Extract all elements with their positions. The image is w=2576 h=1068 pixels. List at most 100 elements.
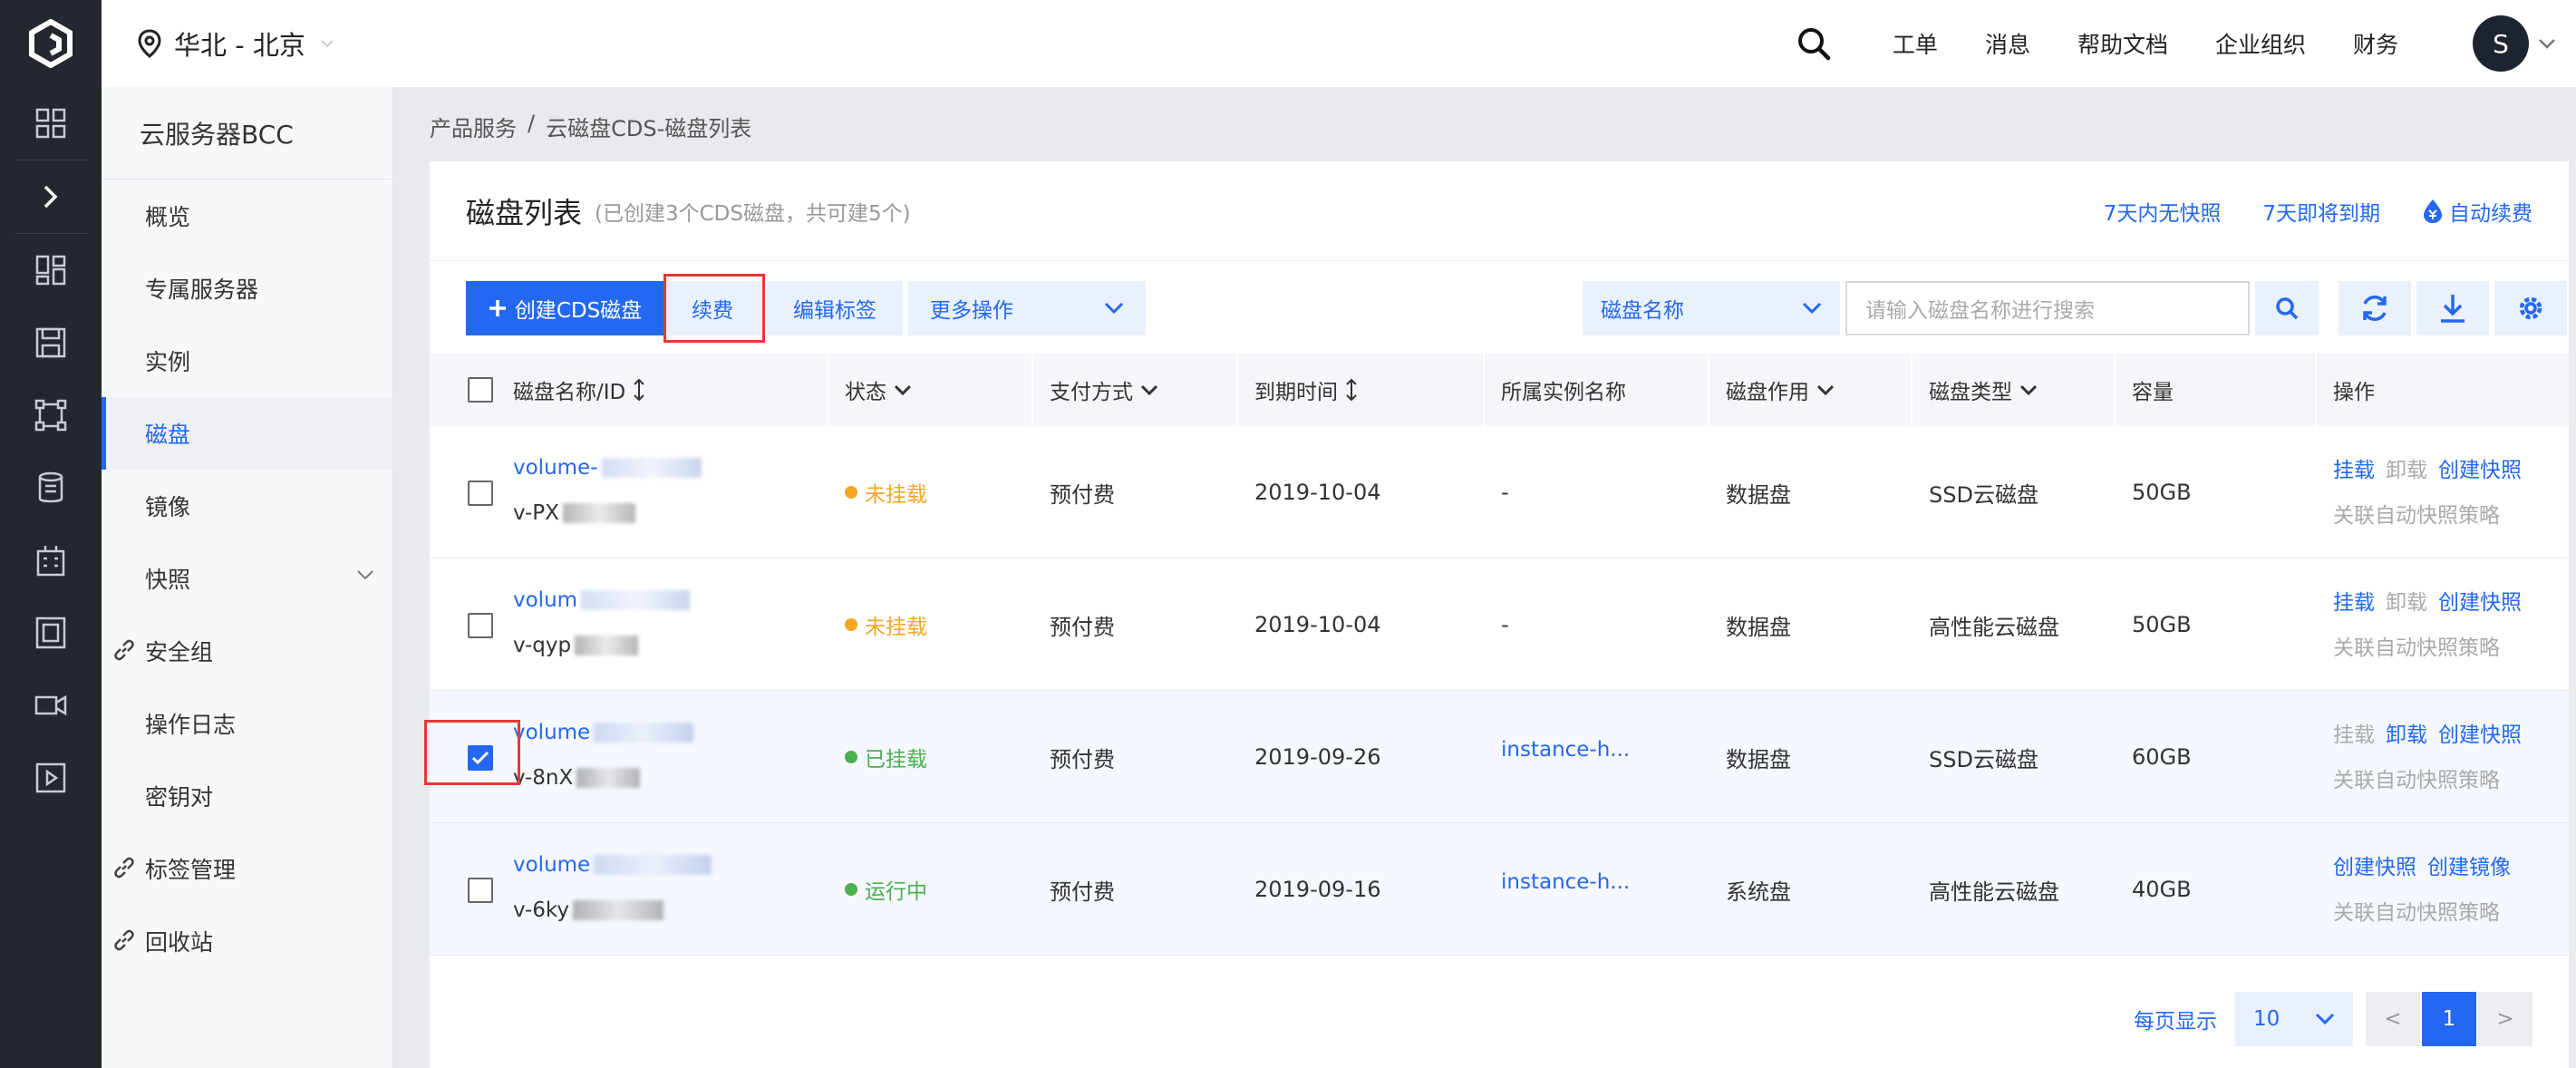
dashboard-icon[interactable] xyxy=(0,234,102,306)
create-snapshot-action[interactable]: 创建快照 xyxy=(2438,585,2522,616)
sidebar-item-disks[interactable]: 磁盘 xyxy=(102,397,392,470)
search-field-select[interactable]: 磁盘名称 xyxy=(1583,281,1840,335)
search-button[interactable] xyxy=(2255,281,2319,335)
disk-name-link[interactable]: volume xyxy=(513,847,712,883)
mount-action[interactable]: 挂载 xyxy=(2333,585,2375,616)
row-checkbox[interactable] xyxy=(468,878,493,903)
avatar[interactable]: S xyxy=(2473,15,2529,72)
product-sidebar: 云服务器BCC 概览 专属服务器 实例 磁盘 镜像 快照 安全组 操作日志 密钥… xyxy=(102,87,393,1068)
sidebar-item-security-group[interactable]: 安全组 xyxy=(102,615,392,687)
header-instance-label: 所属实例名称 xyxy=(1501,381,1626,404)
sidebar-item-instances[interactable]: 实例 xyxy=(102,325,392,397)
instance-link[interactable]: instance-h... xyxy=(1501,684,1630,816)
edit-tags-button[interactable]: 编辑标签 xyxy=(767,281,903,335)
status-badge: 未挂载 xyxy=(845,558,927,691)
disk-name-link[interactable]: volume xyxy=(513,714,694,751)
mount-action: 挂载 xyxy=(2333,723,2375,747)
create-snapshot-action[interactable]: 创建快照 xyxy=(2438,452,2522,483)
search-input[interactable]: 请输入磁盘名称进行搜索 xyxy=(1845,281,2250,335)
nav-help-docs[interactable]: 帮助文档 xyxy=(2077,27,2168,60)
ops-cell: 创建快照 创建镜像 关联自动快照策略 xyxy=(2333,847,2511,928)
ops-cell: 挂载 卸载 创建快照 关联自动快照策略 xyxy=(2333,450,2522,531)
plus-icon xyxy=(489,300,506,316)
disk-save-icon[interactable] xyxy=(0,306,102,379)
sidebar-item-images[interactable]: 镜像 xyxy=(102,470,392,542)
header-type[interactable]: 磁盘类型 xyxy=(1911,354,2038,426)
expand-chevron-icon[interactable] xyxy=(0,160,102,233)
more-actions-dropdown[interactable]: 更多操作 xyxy=(908,281,1146,335)
more-actions-label: 更多操作 xyxy=(930,299,1013,323)
sidebar-item-key-pairs[interactable]: 密钥对 xyxy=(102,760,392,832)
header-name[interactable]: 磁盘名称/ID xyxy=(513,354,645,426)
create-snapshot-action[interactable]: 创建快照 xyxy=(2333,850,2416,880)
disk-id-text: v-PX xyxy=(513,501,559,525)
auto-renew-link[interactable]: 自动续费 xyxy=(2422,196,2532,227)
instance-link[interactable]: instance-h... xyxy=(1501,816,1630,948)
disk-name-link[interactable]: volum xyxy=(513,582,691,618)
header-pay[interactable]: 支付方式 xyxy=(1031,354,1158,426)
create-image-action[interactable]: 创建镜像 xyxy=(2427,850,2511,880)
breadcrumb-root[interactable]: 产品服务 xyxy=(430,111,517,142)
highlight-box-checkbox xyxy=(424,720,520,785)
sidebar-item-overview[interactable]: 概览 xyxy=(102,180,392,252)
download-button[interactable] xyxy=(2416,281,2489,335)
create-cds-button[interactable]: 创建CDS磁盘 xyxy=(466,281,663,335)
header-role[interactable]: 磁盘作用 xyxy=(1708,354,1835,426)
video-camera-icon[interactable] xyxy=(0,669,102,742)
nav-tickets[interactable]: 工单 xyxy=(1893,27,1938,60)
disk-name-cell: volume v-8nX xyxy=(513,714,694,796)
grid-icon[interactable] xyxy=(0,87,102,160)
page-size-select[interactable]: 10 xyxy=(2235,992,2353,1046)
building-icon[interactable] xyxy=(0,524,102,597)
row-checkbox[interactable] xyxy=(468,481,493,506)
expire-cell: 2019-10-04 xyxy=(1254,612,1381,637)
nav-messages[interactable]: 消息 xyxy=(1985,27,2030,60)
disk-id-text: v-8nX xyxy=(513,766,574,790)
current-page-button[interactable]: 1 xyxy=(2422,992,2476,1046)
pay-cell: 预付费 xyxy=(1050,746,1115,772)
table-row: volume v-8nX 已挂载 预付费 2019-09-26 instance… xyxy=(430,691,2569,823)
select-all-checkbox[interactable] xyxy=(468,377,493,403)
sidebar-item-snapshots[interactable]: 快照 xyxy=(102,542,392,615)
next-page-button[interactable]: > xyxy=(2478,992,2532,1046)
top-nav: 工单 消息 帮助文档 企业组织 财务 S xyxy=(1796,0,2576,87)
search-icon[interactable] xyxy=(1796,26,1831,61)
sidebar-item-dedicated-server[interactable]: 专属服务器 xyxy=(102,252,392,325)
disk-name: volume xyxy=(513,721,591,744)
nav-finance[interactable]: 财务 xyxy=(2353,27,2398,60)
frame-icon[interactable] xyxy=(0,597,102,669)
chevron-down-icon[interactable] xyxy=(2538,38,2556,49)
unmount-action[interactable]: 卸载 xyxy=(2386,717,2427,748)
region-selector[interactable]: 华北 - 北京 xyxy=(138,24,334,63)
nav-organization[interactable]: 企业组织 xyxy=(2215,27,2306,60)
instance-cell: - xyxy=(1501,612,1509,637)
disk-name-link[interactable]: volume- xyxy=(513,450,702,486)
sidebar-item-operation-log[interactable]: 操作日志 xyxy=(102,687,392,760)
expiring-7days-link[interactable]: 7天即将到期 xyxy=(2262,196,2380,227)
header-status[interactable]: 状态 xyxy=(827,354,912,426)
create-snapshot-action[interactable]: 创建快照 xyxy=(2438,717,2522,748)
mount-action[interactable]: 挂载 xyxy=(2333,452,2375,483)
status-dot xyxy=(845,751,857,763)
filter-chevron-icon xyxy=(1816,384,1835,395)
row-checkbox[interactable] xyxy=(468,613,493,638)
sidebar-item-label: 快照 xyxy=(145,567,191,593)
header-capacity: 容量 xyxy=(2114,354,2174,426)
database-icon[interactable] xyxy=(0,451,102,524)
page-subtitle: (已创建3个CDS磁盘，共可建5个) xyxy=(595,201,911,226)
no-snapshot-7days-link[interactable]: 7天内无快照 xyxy=(2104,196,2222,227)
play-icon[interactable] xyxy=(0,742,102,814)
brand-logo-icon[interactable] xyxy=(0,0,102,87)
redacted-block xyxy=(601,458,702,478)
settings-button[interactable] xyxy=(2494,281,2567,335)
header-status-label: 状态 xyxy=(845,381,886,404)
header-instance: 所属实例名称 xyxy=(1483,354,1626,426)
header-expire[interactable]: 到期时间 xyxy=(1236,354,1358,426)
sidebar-item-tag-management[interactable]: 标签管理 xyxy=(102,832,392,905)
network-icon[interactable] xyxy=(0,379,102,451)
sidebar-item-recycle-bin[interactable]: 回收站 xyxy=(102,905,392,977)
prev-page-button[interactable]: < xyxy=(2366,992,2420,1046)
refresh-button[interactable] xyxy=(2339,281,2411,335)
header-ops-label: 操作 xyxy=(2333,381,2375,404)
icon-rail xyxy=(0,0,102,1068)
